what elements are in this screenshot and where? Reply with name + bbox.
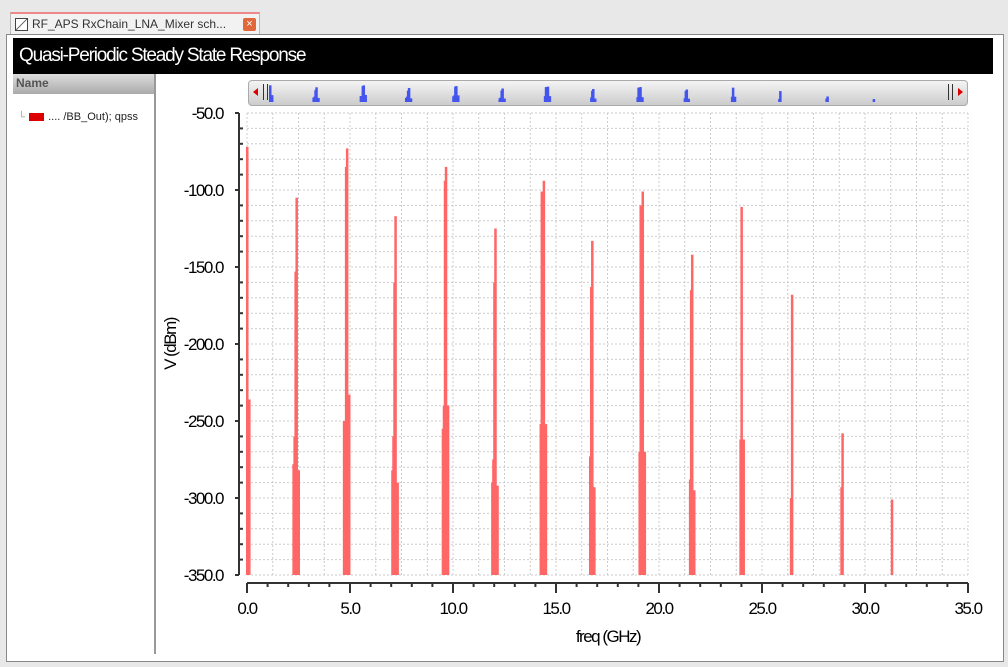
spectrum-bar [643, 451, 647, 575]
minimap-mark [641, 97, 644, 102]
spectrum-bar [297, 470, 300, 575]
minimap-mark [503, 98, 506, 102]
x-tick-label: 0.0 [237, 599, 257, 618]
spectrum-bar [693, 490, 696, 575]
minimap-mark [687, 98, 690, 102]
spectrum-bar [790, 294, 794, 575]
minimap-mark [593, 98, 597, 102]
x-tick-label: 25.0 [748, 599, 776, 618]
spectrum-bar [841, 433, 844, 575]
x-axis-label: freq (GHz) [576, 627, 641, 646]
minimap-mark [364, 94, 367, 102]
spectrum-bar [396, 482, 399, 575]
x-tick-label: 35.0 [954, 599, 982, 618]
spectrum-bar [890, 499, 894, 575]
spectrum-bar [593, 487, 596, 575]
y-tick-label: -350.0 [184, 566, 224, 585]
spectrum-bar [496, 485, 499, 575]
x-tick-label: 10.0 [439, 599, 467, 618]
x-tick-label: 30.0 [851, 599, 879, 618]
y-tick-label: -50.0 [192, 104, 224, 123]
y-tick-label: -200.0 [184, 335, 224, 354]
spectrum-bar [347, 394, 351, 575]
minimap-mark [457, 95, 460, 102]
y-tick-label: -100.0 [184, 181, 224, 200]
x-tick-label: 5.0 [340, 599, 360, 618]
spectrum-bar [742, 439, 745, 575]
minimap-mark [733, 96, 737, 102]
spectrum-bar [248, 399, 251, 575]
spectrum-bar [544, 424, 548, 575]
minimap-mark [826, 96, 829, 102]
x-tick-label: 20.0 [645, 599, 673, 618]
y-tick-label: -300.0 [184, 489, 224, 508]
minimap-mark [872, 99, 876, 102]
spectrum-bar [446, 405, 450, 575]
x-tick-label: 15.0 [542, 599, 570, 618]
spectrum-chart: -50.0 -100.0 -150.0 -200.0 -250.0 -300.0 -350.… [161, 85, 984, 646]
minimap-mark [779, 91, 782, 102]
y-tick-label: -250.0 [184, 412, 224, 431]
y-tick-label: -150.0 [184, 258, 224, 277]
y-axis-label: V (dBm) [161, 317, 180, 370]
minimap-mark [548, 96, 552, 102]
minimap-mark [409, 98, 413, 102]
minimap-mark [317, 97, 320, 102]
minimap-mark [270, 95, 274, 102]
